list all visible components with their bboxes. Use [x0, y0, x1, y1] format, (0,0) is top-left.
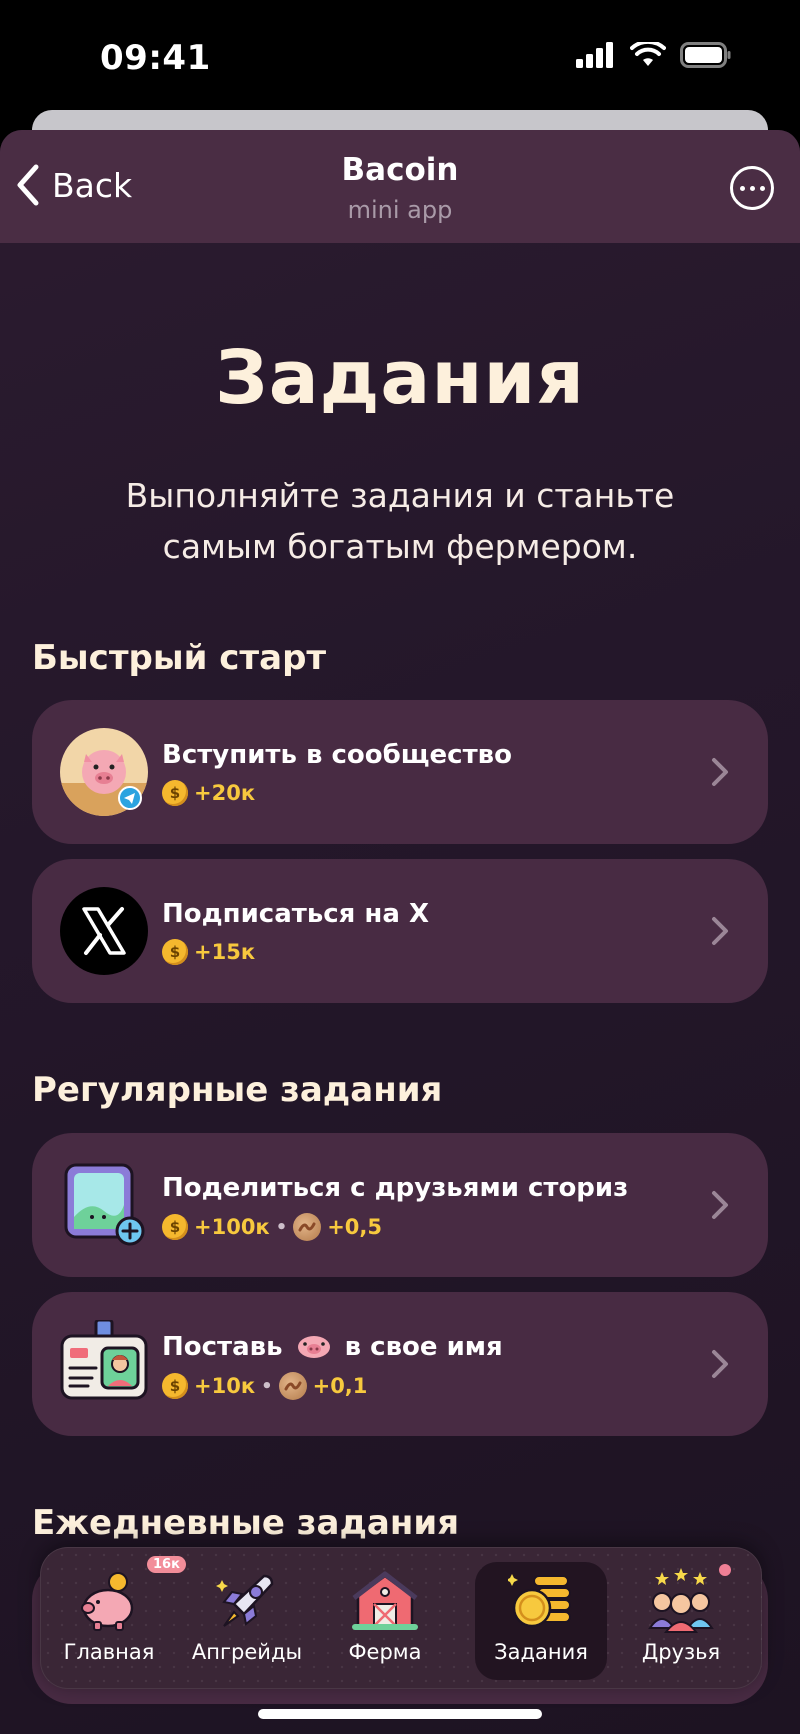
tab-label: Задания — [494, 1640, 588, 1664]
bacon-coin-icon — [278, 1372, 307, 1400]
task-card-share-story[interactable]: Поделиться с друзьями сториз $ +100к • +… — [32, 1133, 768, 1277]
home-indicator[interactable] — [258, 1709, 542, 1719]
coin-reward: +20к — [194, 781, 256, 805]
tab-label: Ферма — [348, 1640, 422, 1664]
task-name: Подписаться на X — [162, 899, 430, 929]
task-rewards: $ +15к — [162, 939, 255, 965]
chevron-right-icon — [712, 917, 728, 945]
coin-reward: +100к — [194, 1215, 270, 1239]
rocket-icon — [216, 1574, 274, 1627]
cellular-signal-icon — [576, 42, 613, 68]
bacon-coin-icon — [293, 1213, 322, 1241]
friends-icon — [648, 1568, 714, 1633]
section-title-daily-tasks: Ежедневные задания — [32, 1503, 460, 1543]
id-badge-icon — [60, 1320, 148, 1400]
coin-icon: $ — [162, 939, 188, 965]
coin-reward: +15к — [194, 940, 256, 964]
separator-dot: • — [261, 1375, 273, 1397]
status-icons — [576, 42, 732, 68]
battery-icon — [680, 42, 731, 68]
tab-upgrades[interactable]: Апгрейды — [181, 1562, 313, 1680]
home-badge: 16к — [147, 1556, 186, 1573]
wifi-icon — [630, 42, 666, 66]
task-rewards: $ +20к — [162, 780, 255, 806]
tab-home[interactable]: 16к Главная — [43, 1556, 186, 1680]
task-name: Поставь в свое имя — [162, 1332, 503, 1362]
status-time: 09:41 — [100, 38, 211, 78]
task-name-end: в свое имя — [344, 1332, 503, 1362]
page-title: Задания — [215, 335, 585, 421]
chevron-right-icon — [712, 1350, 728, 1378]
more-dot-icon — [739, 185, 745, 191]
notification-dot — [719, 1564, 731, 1576]
story-share-icon — [64, 1163, 145, 1246]
tab-label: Друзья — [641, 1640, 721, 1664]
task-card-pig-in-name[interactable]: Поставь в свое имя $ +10к • +0,1 — [32, 1292, 768, 1436]
task-name: Вступить в сообщество — [162, 740, 512, 770]
tab-tasks[interactable]: Задания — [475, 1562, 607, 1680]
coin-icon: $ — [162, 1214, 188, 1240]
tab-farm[interactable]: Ферма — [319, 1562, 451, 1680]
tab-friends[interactable]: Друзья — [615, 1562, 747, 1680]
more-options-button[interactable] — [730, 166, 774, 210]
x-logo-icon — [60, 887, 148, 975]
bottom-tab-bar: 16к Главная Апгрейды Ферма Задания Друзь… — [40, 1547, 762, 1689]
coin-reward: +10к — [194, 1374, 256, 1398]
tab-label: Главная — [63, 1640, 155, 1664]
coin-icon: $ — [162, 780, 188, 806]
page-subtitle: Выполняйте задания и станьте самым богат… — [125, 476, 675, 566]
task-rewards: $ +100к • +0,5 — [162, 1213, 382, 1241]
nav-bar: Back Bacoin mini app — [0, 130, 800, 243]
coins-stack-icon — [508, 1574, 571, 1628]
piggy-bank-icon — [81, 1572, 134, 1631]
pig-face-icon — [297, 1336, 330, 1358]
task-card-join-community[interactable]: Вступить в сообщество $ +20к — [32, 700, 768, 844]
mini-app-sheet: Back Bacoin mini app Задания Выполняйте … — [0, 130, 800, 1734]
bacon-reward: +0,5 — [327, 1215, 382, 1239]
pig-telegram-icon — [60, 728, 148, 816]
task-name-start: Поставь — [162, 1332, 283, 1362]
chevron-right-icon — [712, 758, 728, 786]
app-subtitle: mini app — [347, 196, 453, 224]
coin-icon: $ — [162, 1373, 188, 1399]
bacon-reward: +0,1 — [312, 1374, 368, 1398]
task-name: Поделиться с друзьями сториз — [162, 1173, 629, 1203]
tab-label: Апгрейды — [191, 1640, 303, 1664]
separator-dot: • — [275, 1216, 288, 1238]
status-bar: 09:41 — [0, 0, 800, 110]
more-dot-icon — [759, 185, 765, 191]
section-title-quick-start: Быстрый старт — [32, 638, 327, 678]
chevron-right-icon — [712, 1191, 728, 1219]
more-dot-icon — [749, 185, 755, 191]
barn-icon — [352, 1571, 418, 1630]
task-card-follow-x[interactable]: Подписаться на X $ +15к — [32, 859, 768, 1003]
app-title: Bacoin — [341, 152, 459, 188]
task-rewards: $ +10к • +0,1 — [162, 1372, 367, 1400]
section-title-regular-tasks: Регулярные задания — [32, 1070, 443, 1110]
